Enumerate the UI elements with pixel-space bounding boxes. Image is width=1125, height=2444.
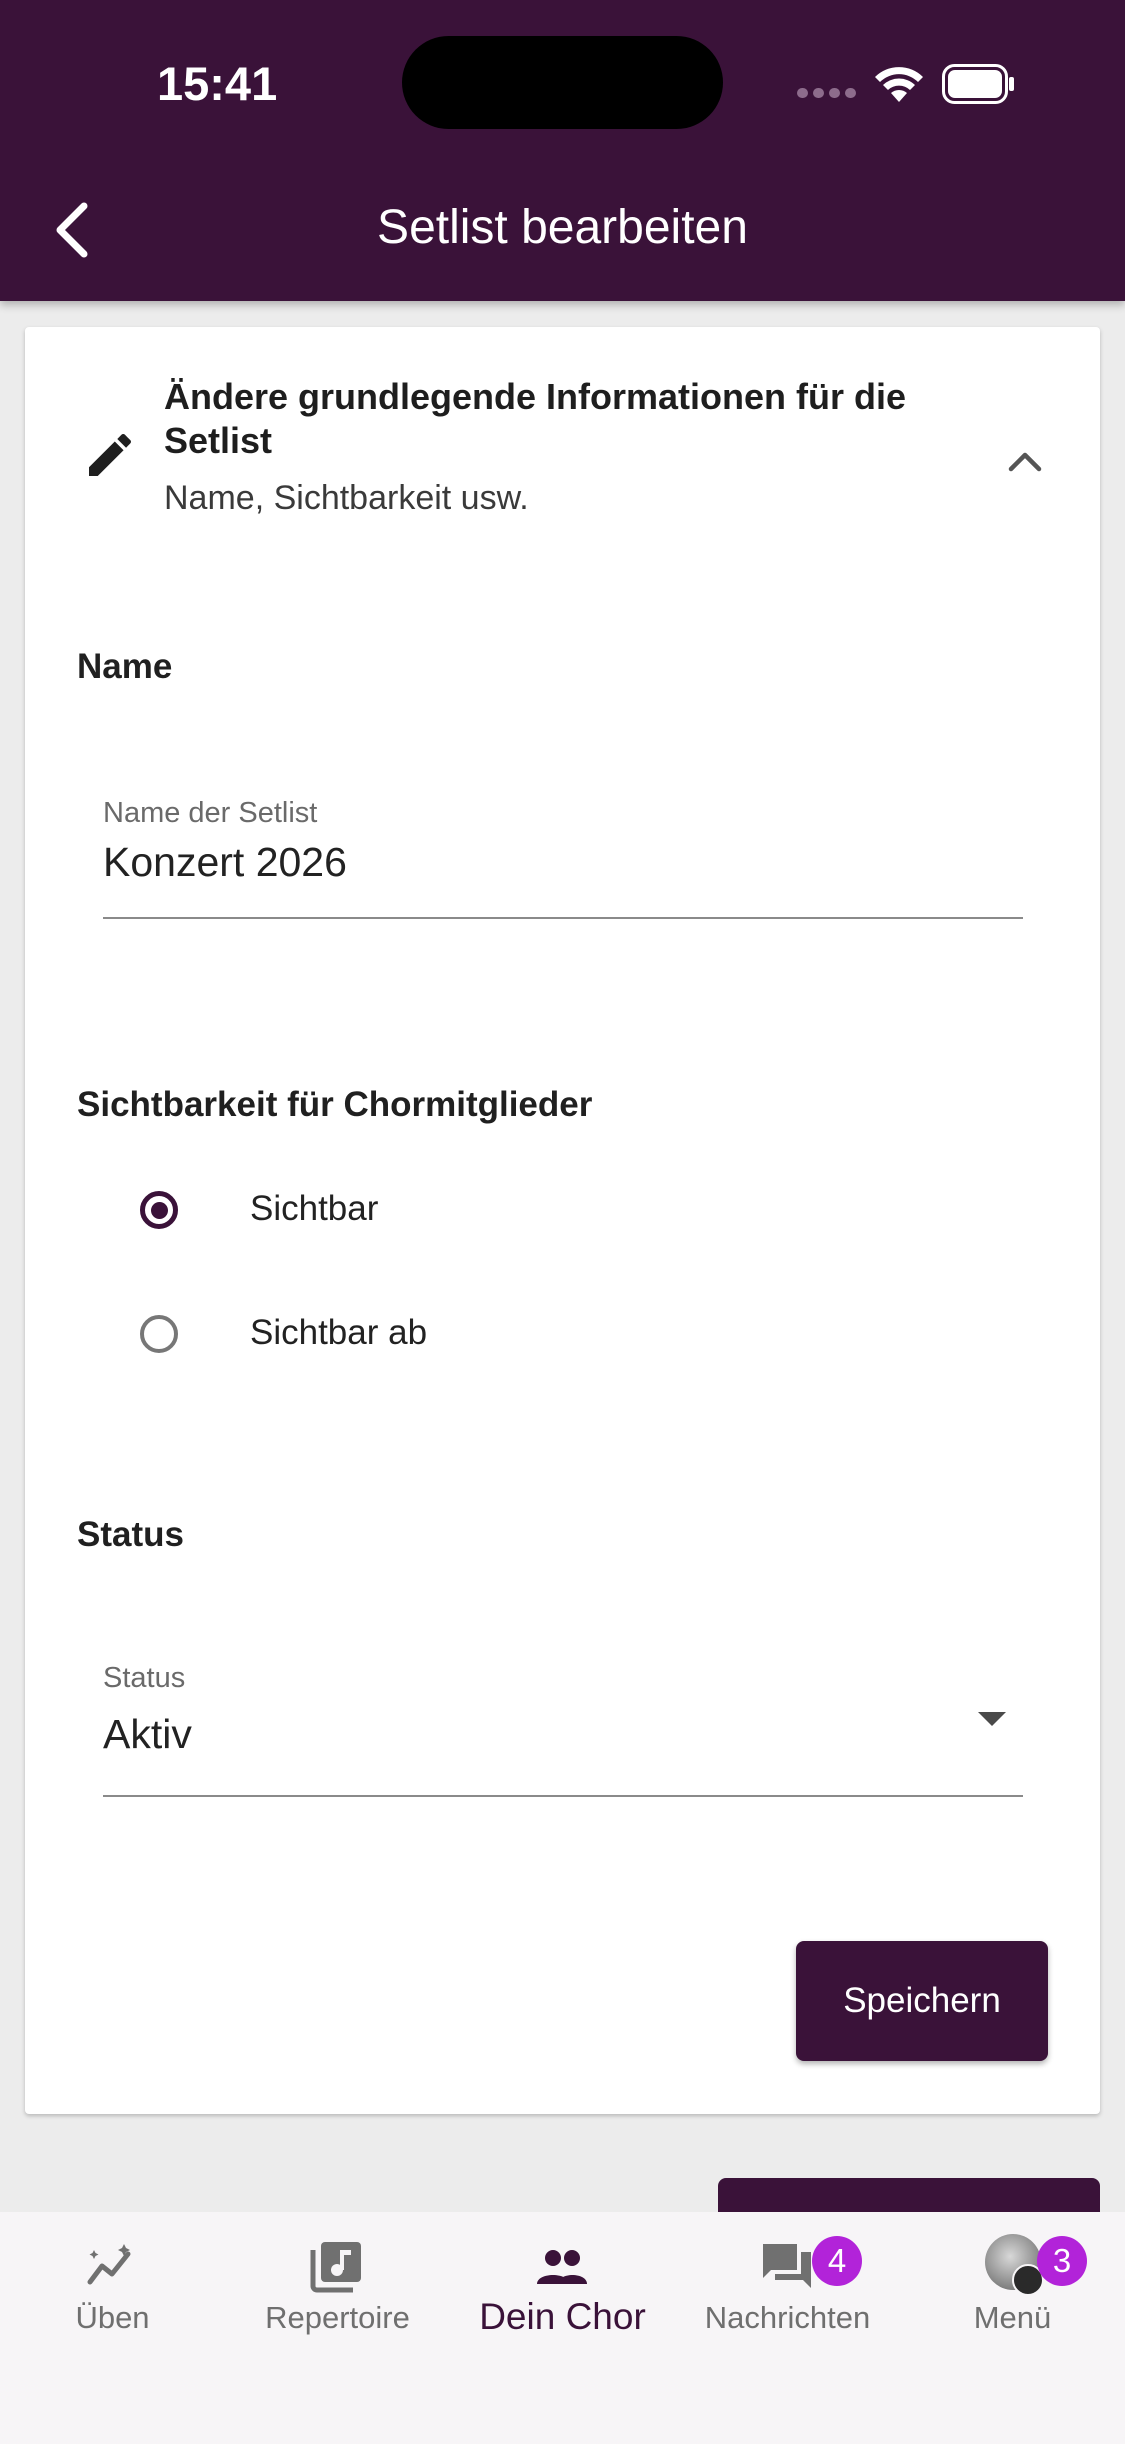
name-section-label: Name [77, 647, 173, 686]
nav-label-repertoire: Repertoire [265, 2300, 410, 2335]
signal-icon [797, 88, 857, 100]
wifi-icon [875, 67, 923, 102]
menu-badge: 3 [1037, 2236, 1087, 2286]
nav-label-nachrichten: Nachrichten [704, 2300, 871, 2335]
nav-item-ueben[interactable]: Üben [0, 2212, 225, 2362]
bottom-navigation: Üben Repertoire Dein Chor 4 Nachrichten [0, 2212, 1125, 2444]
radio-selected-icon [140, 1191, 178, 1229]
radio-sichtbar-ab[interactable]: Sichtbar ab [95, 1297, 995, 1387]
messages-badge: 4 [812, 2236, 862, 2286]
save-button[interactable]: Speichern [796, 1941, 1048, 2061]
status-underline [103, 1795, 1023, 1797]
status-field-label: Status [103, 1662, 186, 1694]
dropdown-arrow-icon [978, 1712, 1006, 1726]
app-bar: 15:41 Setlist bearbeiten [0, 0, 1125, 301]
status-time: 15:41 [157, 57, 278, 110]
music-library-icon [310, 2242, 361, 2293]
status-section-label: Status [77, 1515, 184, 1554]
nav-item-menue[interactable]: 3 Menü [900, 2212, 1125, 2362]
setlist-info-card: Ändere grundlegende Informationen für di… [25, 327, 1100, 2114]
setlist-name-input[interactable] [103, 839, 1003, 886]
dynamic-island [402, 36, 723, 129]
nav-label-menue: Menü [973, 2300, 1052, 2335]
visibility-section-label: Sichtbarkeit für Chormitglieder [77, 1085, 593, 1124]
battery-icon [942, 64, 1014, 104]
radio-unselected-icon [140, 1315, 178, 1353]
nav-item-repertoire[interactable]: Repertoire [225, 2212, 450, 2362]
trend-icon [87, 2244, 131, 2285]
status-value: Aktiv [103, 1711, 192, 1757]
nav-item-dein-chor[interactable]: Dein Chor [450, 2212, 675, 2362]
nav-label-dein-chor: Dein Chor [479, 2296, 646, 2337]
pencil-icon [89, 433, 132, 476]
setlist-name-label: Name der Setlist [103, 797, 318, 829]
nav-item-nachrichten[interactable]: 4 Nachrichten [675, 2212, 900, 2362]
page-title: Setlist bearbeiten [377, 201, 748, 254]
chat-icon [763, 2244, 811, 2288]
card-title: Ändere grundlegende Informationen für di… [164, 376, 907, 461]
chevron-up-icon[interactable] [991, 427, 1059, 495]
group-icon [537, 2250, 587, 2284]
radio-sichtbar-ab-label: Sichtbar ab [250, 1313, 428, 1352]
nav-label-ueben: Üben [75, 2300, 150, 2335]
radio-sichtbar[interactable]: Sichtbar [95, 1173, 995, 1263]
radio-sichtbar-label: Sichtbar [250, 1189, 379, 1228]
setlist-name-underline [103, 917, 1023, 919]
card-subtitle: Name, Sichtbarkeit usw. [164, 479, 529, 517]
